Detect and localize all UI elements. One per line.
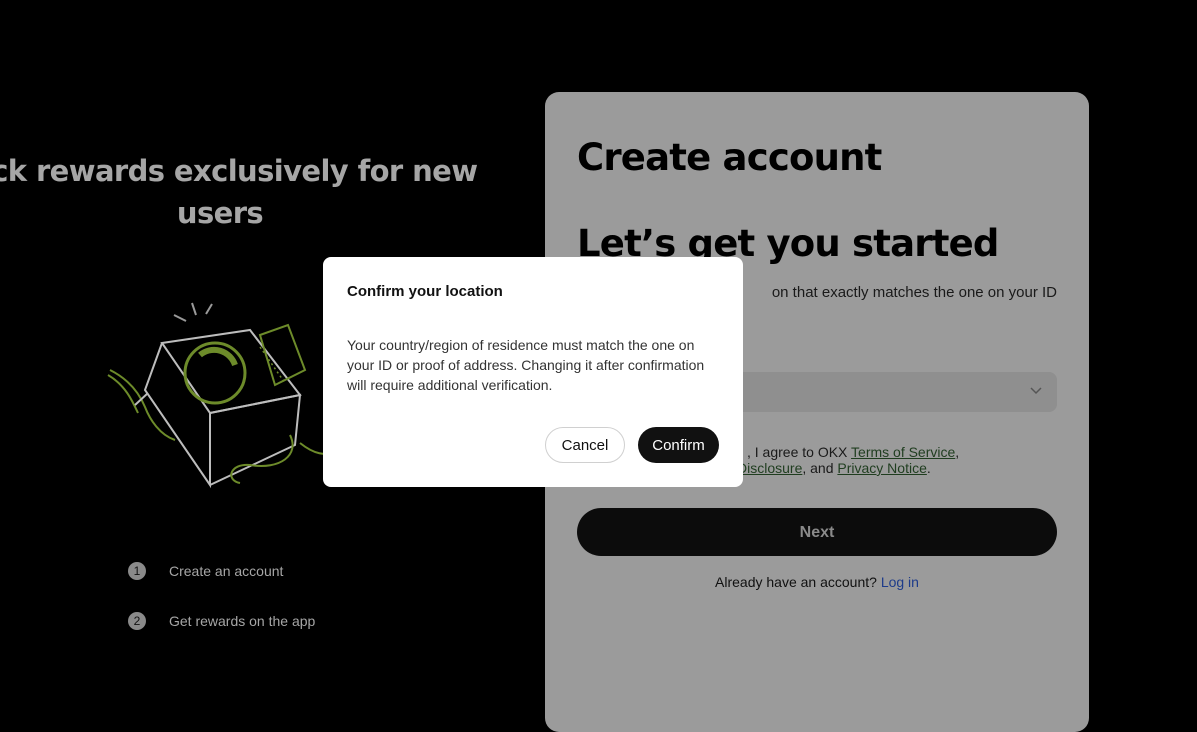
step-item: 1 Create an account	[128, 560, 315, 582]
card-title: Create account	[577, 136, 882, 179]
agreement-prefix: , I agree to OKX	[747, 444, 848, 460]
agreement-separator: , and	[802, 460, 834, 476]
cancel-button[interactable]: Cancel	[545, 427, 625, 463]
modal-title: Confirm your location	[347, 283, 503, 300]
agreement-separator: ,	[955, 444, 960, 460]
privacy-notice-link[interactable]: Privacy Notice	[837, 460, 926, 476]
terms-of-service-link[interactable]: Terms of Service	[851, 444, 955, 460]
confirm-location-modal: Confirm your location Your country/regio…	[323, 257, 743, 487]
login-prompt: Already have an account?	[715, 574, 877, 590]
next-button[interactable]: Next	[577, 508, 1057, 556]
step-number: 2	[128, 612, 146, 630]
step-number: 1	[128, 562, 146, 580]
steps-list: 1 Create an account 2 Get rewards on the…	[128, 560, 315, 660]
gift-box-illustration	[107, 302, 330, 489]
promo-title: lock rewards exclusively for new users	[0, 154, 478, 230]
step-label: Create an account	[169, 563, 284, 579]
step-label: Get rewards on the app	[169, 613, 316, 629]
modal-body: Your country/region of residence must ma…	[347, 337, 705, 393]
login-link[interactable]: Log in	[881, 574, 919, 590]
login-row: Already have an account? Log in	[577, 574, 1057, 590]
step-item: 2 Get rewards on the app	[128, 610, 315, 632]
agreement-suffix: .	[926, 460, 931, 476]
disclosure-link[interactable]: Disclosure	[737, 460, 802, 476]
chevron-down-icon	[1030, 387, 1042, 395]
confirm-button[interactable]: Confirm	[638, 427, 719, 463]
